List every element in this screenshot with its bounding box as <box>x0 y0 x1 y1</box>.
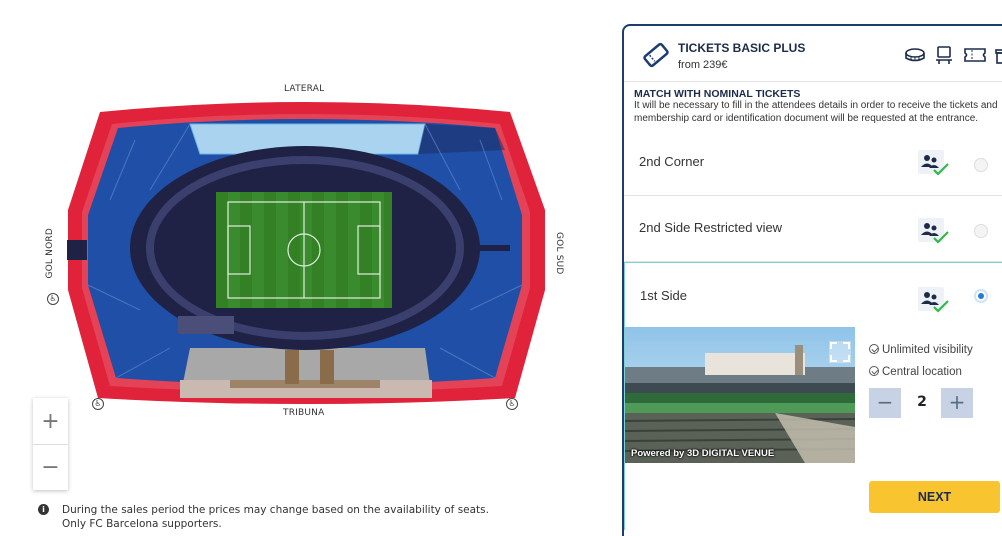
expand-icon[interactable] <box>829 341 851 363</box>
option-label: 2nd Side Restricted view <box>639 220 783 235</box>
seat-view-preview[interactable]: Powered by 3D DIGITAL VENUE <box>625 327 855 463</box>
quantity-increase-button[interactable]: + <box>941 388 973 418</box>
feature-text: Unlimited visibility <box>882 344 973 356</box>
nominal-attendees-icon <box>918 218 949 244</box>
seat-icon <box>934 46 954 64</box>
next-button[interactable]: NEXT <box>869 481 1000 513</box>
nominal-title: MATCH WITH NOMINAL TICKETS <box>634 88 801 100</box>
option-label: 2nd Corner <box>639 154 705 169</box>
quantity-decrease-button[interactable]: − <box>869 388 901 418</box>
label-tribuna: TRIBUNA <box>283 408 325 418</box>
nominal-tickets-notice: MATCH WITH NOMINAL TICKETS It will be ne… <box>634 88 1002 125</box>
option-1st-side[interactable]: 1st Side Powered by 3D DIGITAL VENUE Unl… <box>624 262 1002 530</box>
stadium-map[interactable]: LATERAL TRIBUNA GOL NORD GOL SUD ♿ ♿ ♿ <box>40 80 570 420</box>
accessibility-icon: ♿ <box>92 398 104 410</box>
ticket-panel: TICKETS BASIC PLUS from 239€ MATCH WITH … <box>622 24 1002 536</box>
sales-info-note: i During the sales period the prices may… <box>38 503 489 531</box>
ticket-feature-icons <box>904 46 1002 64</box>
feature-central-location: Central location <box>869 365 962 378</box>
stadium-svg[interactable] <box>40 80 570 420</box>
stadium-icon <box>904 46 925 64</box>
powered-by-caption: Powered by 3D DIGITAL VENUE <box>631 448 775 459</box>
nominal-attendees-icon <box>918 150 949 176</box>
option-2nd-side-restricted-view[interactable]: 2nd Side Restricted view <box>624 196 1002 262</box>
label-gol-sud: GOL SUD <box>554 232 564 275</box>
ticket-icon <box>643 42 669 68</box>
stadium-view-image <box>625 327 855 463</box>
info-icon: i <box>38 504 49 515</box>
option-radio[interactable] <box>974 158 988 172</box>
ticket-stub-icon <box>964 46 986 64</box>
option-2nd-corner[interactable]: 2nd Corner <box>624 130 1002 196</box>
label-lateral: LATERAL <box>284 84 325 94</box>
gift-icon <box>994 46 1002 64</box>
nominal-description: It will be necessary to fill in the atte… <box>634 100 1002 125</box>
zoom-out-button[interactable]: − <box>33 444 68 490</box>
label-gol-nord: GOL NORD <box>45 228 55 279</box>
note-line-2: Only FC Barcelona supporters. <box>62 518 222 530</box>
nominal-line-1: It will be necessary to fill in the atte… <box>634 100 998 111</box>
feature-text: Central location <box>882 366 962 378</box>
option-radio-selected[interactable] <box>974 289 988 303</box>
option-radio[interactable] <box>974 224 988 238</box>
accessibility-icon: ♿ <box>506 398 518 410</box>
feature-unlimited-visibility: Unlimited visibility <box>869 343 973 356</box>
check-circle-icon <box>869 344 879 354</box>
note-line-1: During the sales period the prices may c… <box>62 504 489 516</box>
ticket-title: TICKETS BASIC PLUS <box>678 41 806 55</box>
zoom-in-button[interactable]: + <box>33 398 68 444</box>
ticket-price-from: from 239€ <box>678 59 728 71</box>
accessibility-icon: ♿ <box>47 293 59 305</box>
option-label: 1st Side <box>640 288 687 303</box>
panel-header: TICKETS BASIC PLUS from 239€ <box>624 26 1002 82</box>
check-circle-icon <box>869 366 879 376</box>
quantity-value: 2 <box>917 394 927 410</box>
zoom-controls: + − <box>33 398 68 490</box>
nominal-line-2: membership card or identification docume… <box>634 112 979 124</box>
nominal-attendees-icon <box>918 287 949 313</box>
